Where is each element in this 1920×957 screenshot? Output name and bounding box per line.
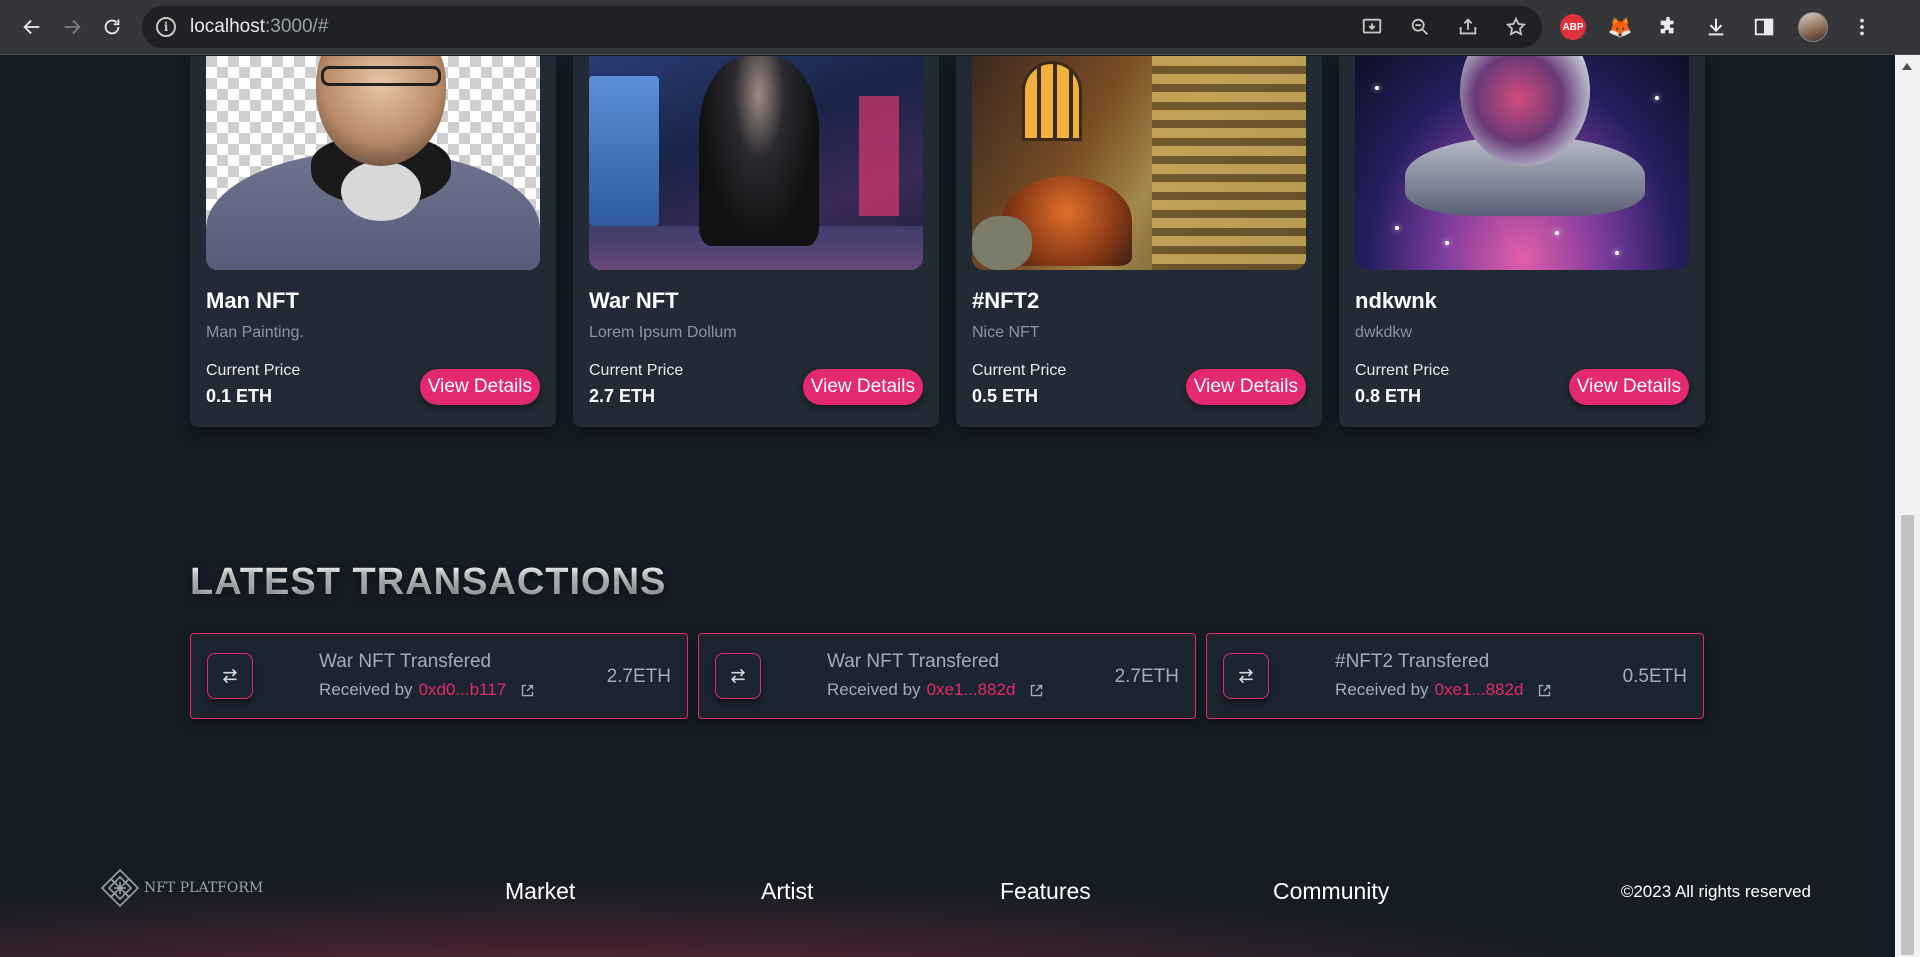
price-value: 0.1 ETH xyxy=(206,386,273,406)
nft-description: Nice NFT xyxy=(972,324,1040,341)
browser-toolbar: i localhost:3000/# ABP 🦊 xyxy=(0,0,1920,55)
address-bar[interactable]: i localhost:3000/# xyxy=(142,6,1542,48)
nft-description: Man Painting. xyxy=(206,324,304,341)
transfer-arrows-icon xyxy=(1223,653,1269,699)
nft-title: ndkwnk xyxy=(1355,288,1437,313)
scroll-up-arrow-icon[interactable] xyxy=(1902,63,1912,70)
footer: NFT PLATFORM Market Artist Features Comm… xyxy=(0,838,1895,957)
nft-description: dwkdkw xyxy=(1355,324,1412,341)
price-value: 0.5 ETH xyxy=(972,386,1039,406)
external-link-icon[interactable] xyxy=(1537,683,1552,698)
nft-card[interactable]: #NFT2 Nice NFT Current Price 0.5 ETH Vie… xyxy=(956,56,1322,427)
url-text[interactable]: localhost:3000/# xyxy=(190,16,328,38)
transaction-amount: 2.7ETH xyxy=(1114,666,1179,687)
receiver-address-link[interactable]: 0xd0...b117 xyxy=(419,680,507,700)
footer-link-community[interactable]: Community xyxy=(1273,878,1389,905)
nft-image[interactable] xyxy=(589,56,923,270)
view-details-button[interactable]: View Details xyxy=(802,369,923,405)
transaction-receiver: Received by 0xd0...b117 xyxy=(319,680,535,700)
download-icon[interactable] xyxy=(1702,13,1730,41)
back-icon[interactable] xyxy=(12,7,52,47)
metamask-fox-icon[interactable]: 🦊 xyxy=(1606,13,1634,41)
abp-icon[interactable]: ABP xyxy=(1560,14,1586,40)
external-link-icon[interactable] xyxy=(520,683,535,698)
transfer-arrows-icon xyxy=(207,653,253,699)
footer-link-features[interactable]: Features xyxy=(1000,878,1091,905)
page-scrollbar[interactable] xyxy=(1895,55,1920,957)
scrollbar-thumb[interactable] xyxy=(1901,515,1914,955)
side-panel-icon[interactable] xyxy=(1750,13,1778,41)
latest-transactions-heading: LATEST TRANSACTIONS xyxy=(190,561,667,603)
view-details-button[interactable]: View Details xyxy=(419,369,540,405)
transaction-amount: 2.7ETH xyxy=(606,666,671,687)
received-by-label: Received by xyxy=(827,680,921,699)
logo-knot-icon xyxy=(100,868,140,908)
site-info-icon[interactable]: i xyxy=(156,17,176,37)
more-menu-icon[interactable] xyxy=(1848,13,1876,41)
nft-title: Man NFT xyxy=(206,288,299,313)
received-by-label: Received by xyxy=(1335,680,1429,699)
transaction-title: #NFT2 Transfered xyxy=(1335,651,1490,672)
profile-avatar[interactable] xyxy=(1798,12,1828,42)
transaction-title: War NFT Transfered xyxy=(827,651,1000,672)
price-label: Current Price xyxy=(972,362,1067,379)
nft-card[interactable]: War NFT Lorem Ipsum Dollum Current Price… xyxy=(573,56,939,427)
transaction-receiver: Received by 0xe1...882d xyxy=(1335,680,1552,700)
nft-platform-logo[interactable]: NFT PLATFORM xyxy=(100,868,263,908)
transaction-receiver: Received by 0xe1...882d xyxy=(827,680,1044,700)
price-label: Current Price xyxy=(1355,362,1450,379)
view-details-button[interactable]: View Details xyxy=(1568,369,1689,405)
install-app-icon[interactable] xyxy=(1360,15,1384,39)
nft-description: Lorem Ipsum Dollum xyxy=(589,324,737,341)
receiver-address-link[interactable]: 0xe1...882d xyxy=(1435,680,1524,700)
nft-card[interactable]: ndkwnk dwkdkw Current Price 0.8 ETH View… xyxy=(1339,56,1705,427)
nft-title: War NFT xyxy=(589,288,679,313)
transfer-arrows-icon xyxy=(715,653,761,699)
price-label: Current Price xyxy=(589,362,684,379)
view-details-button[interactable]: View Details xyxy=(1185,369,1306,405)
page-content: Man NFT Man Painting. Current Price 0.1 … xyxy=(0,56,1895,957)
forward-icon[interactable] xyxy=(52,7,92,47)
received-by-label: Received by xyxy=(319,680,413,699)
transaction-amount: 0.5ETH xyxy=(1622,666,1687,687)
external-link-icon[interactable] xyxy=(1029,683,1044,698)
transactions-list: War NFT Transfered Received by 0xd0...b1… xyxy=(190,633,1704,719)
footer-link-artist[interactable]: Artist xyxy=(761,878,813,905)
nft-image[interactable] xyxy=(1355,56,1689,270)
price-value: 0.8 ETH xyxy=(1355,386,1422,406)
nft-card-grid: Man NFT Man Painting. Current Price 0.1 … xyxy=(190,56,1705,427)
price-label: Current Price xyxy=(206,362,301,379)
logo-text: NFT PLATFORM xyxy=(144,880,264,896)
transaction-card: #NFT2 Transfered Received by 0xe1...882d… xyxy=(1206,633,1704,719)
nft-image[interactable] xyxy=(206,56,540,270)
nft-title: #NFT2 xyxy=(972,288,1040,313)
transaction-title: War NFT Transfered xyxy=(319,651,492,672)
puzzle-extensions-icon[interactable] xyxy=(1654,13,1682,41)
reload-icon[interactable] xyxy=(92,7,132,47)
nft-image[interactable] xyxy=(972,56,1306,270)
zoom-icon[interactable] xyxy=(1408,15,1432,39)
price-value: 2.7 ETH xyxy=(589,386,656,406)
bookmark-star-icon[interactable] xyxy=(1504,15,1528,39)
transaction-card: War NFT Transfered Received by 0xe1...88… xyxy=(698,633,1196,719)
transaction-card: War NFT Transfered Received by 0xd0...b1… xyxy=(190,633,688,719)
nft-card[interactable]: Man NFT Man Painting. Current Price 0.1 … xyxy=(190,56,556,427)
receiver-address-link[interactable]: 0xe1...882d xyxy=(927,680,1016,700)
copyright-text: ©2023 All rights reserved xyxy=(1620,882,1811,901)
footer-link-market[interactable]: Market xyxy=(505,878,575,905)
share-icon[interactable] xyxy=(1456,15,1480,39)
